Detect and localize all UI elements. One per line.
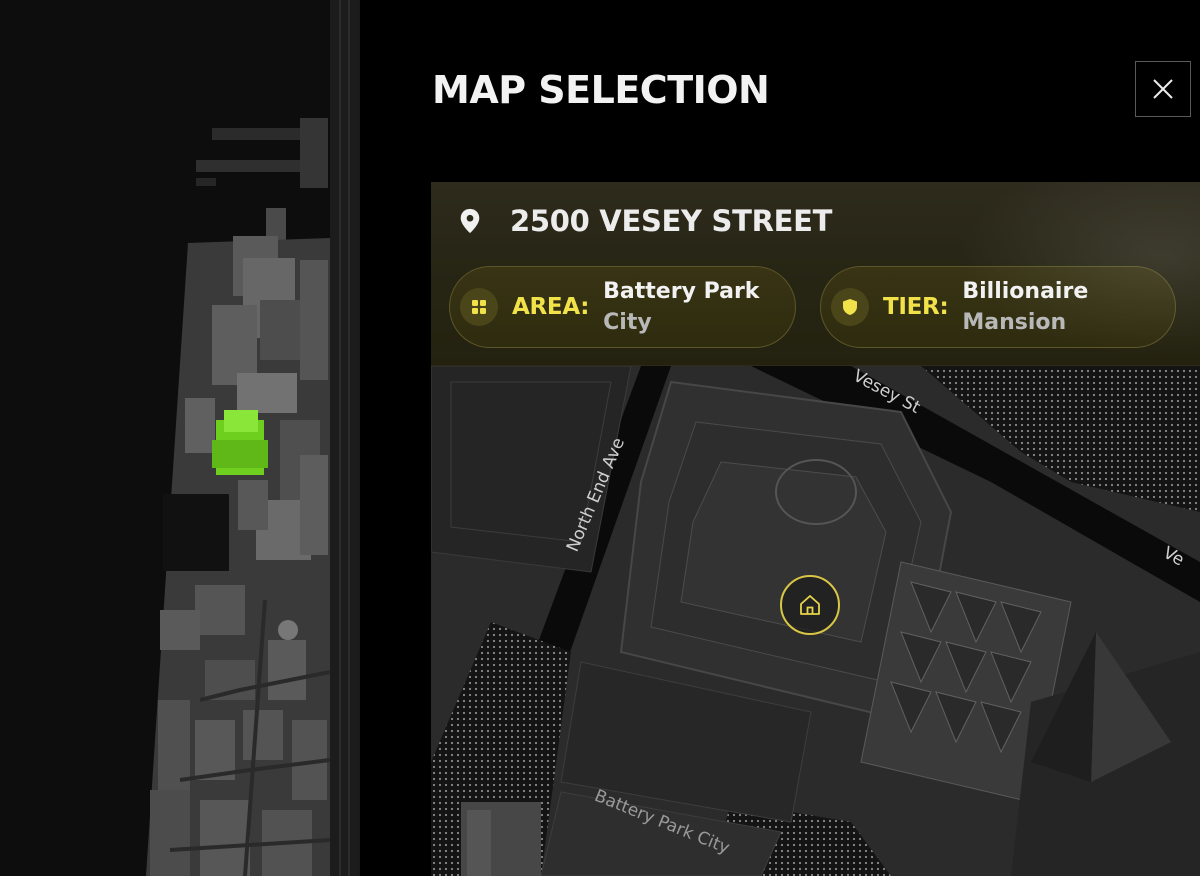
area-icon-wrap <box>460 288 498 326</box>
property-location-marker[interactable] <box>780 575 840 635</box>
property-address: 2500 VESEY STREET <box>510 204 833 238</box>
area-badge: AREA: Battery Park City <box>449 266 796 348</box>
property-map-card: North End Ave Vesey St Ve Battery Park C… <box>431 182 1200 876</box>
home-icon <box>800 595 820 615</box>
shield-icon <box>843 299 857 315</box>
area-label: AREA: <box>512 294 590 320</box>
property-info-header: 2500 VESEY STREET AREA: Battery Park Cit… <box>431 182 1200 366</box>
city-3d-render <box>0 0 358 876</box>
map-selection-panel: MAP SELECTION North End Ave Vesey St Ve … <box>360 0 1200 876</box>
location-pin-icon <box>460 208 480 234</box>
area-value: Battery Park City <box>603 276 763 338</box>
area-value-line2: City <box>603 310 652 335</box>
tier-value-line1: Billionaire <box>962 279 1089 304</box>
close-button[interactable] <box>1135 61 1191 117</box>
area-value-line1: Battery Park <box>603 279 760 304</box>
tier-value-line2: Mansion <box>962 310 1067 335</box>
tier-badge: TIER: Billionaire Mansion <box>820 266 1176 348</box>
tier-value: Billionaire Mansion <box>962 276 1122 338</box>
grid-icon <box>472 300 486 314</box>
address-row: 2500 VESEY STREET <box>458 204 832 238</box>
close-icon <box>1153 79 1173 99</box>
tier-icon-wrap <box>831 288 869 326</box>
tier-label: TIER: <box>883 294 949 320</box>
city-overview-map[interactable] <box>0 0 358 876</box>
page-title: MAP SELECTION <box>432 68 770 112</box>
